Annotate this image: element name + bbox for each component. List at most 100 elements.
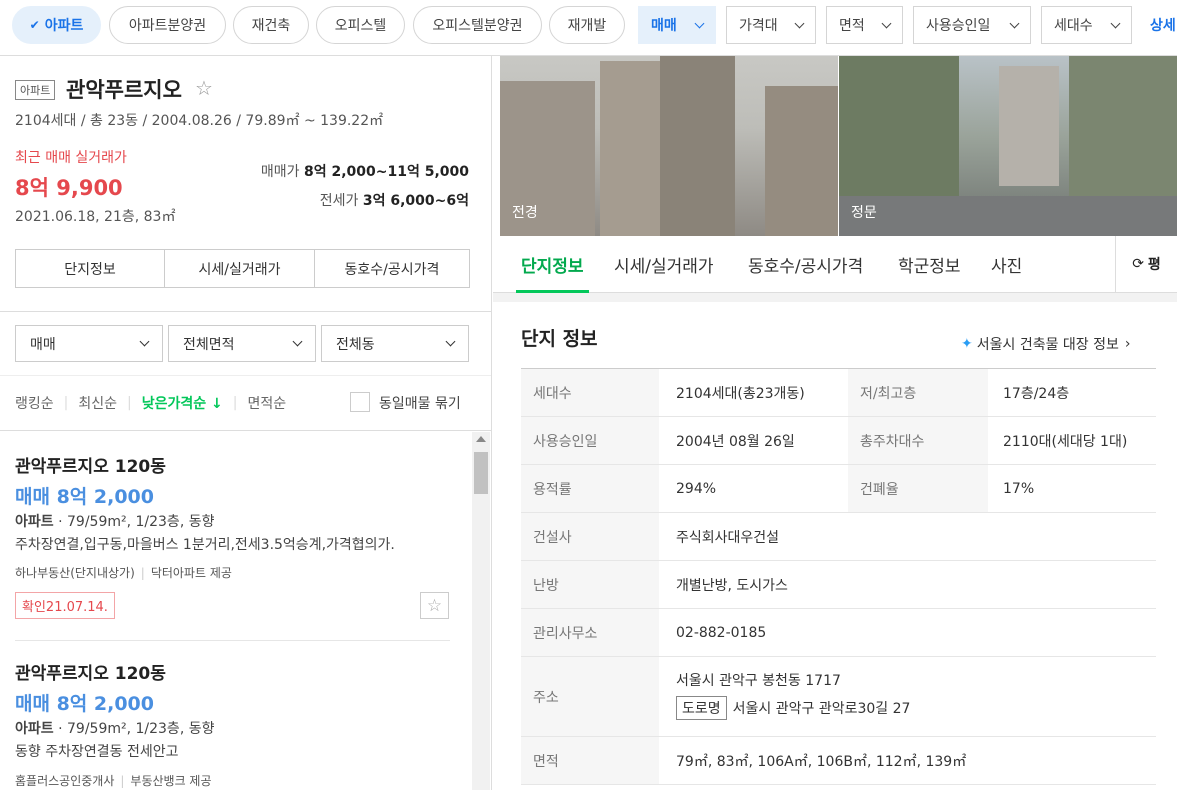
check-icon: ✔ (29, 18, 40, 32)
row-label: 건설사 (521, 513, 659, 560)
row-label: 난방 (521, 561, 659, 608)
row-value: 17% (1003, 480, 1035, 497)
chip-officetel-presale[interactable]: 오피스텔분양권 (413, 6, 542, 44)
sort-divider: | (63, 395, 69, 411)
sale-price-range: 매매가 8억 2,000~11억 5,000 (261, 161, 469, 181)
chevron-down-icon (292, 336, 303, 347)
sort-area[interactable]: 면적순 (247, 393, 286, 413)
chip-label: 오피스텔분양권 (432, 18, 523, 34)
row-label: 저/최고층 (848, 369, 988, 416)
tab-complex-info[interactable]: 단지정보 (521, 252, 584, 277)
listing-item[interactable]: 관악푸르지오 120동 매매 8억 2,000 아파트 · 79/59m², 1… (0, 432, 470, 640)
scrollbar[interactable] (472, 432, 490, 790)
favorite-star-icon[interactable]: ☆ (195, 76, 213, 100)
listing-spec-text: 79/59m², 1/23층, 동향 (67, 721, 215, 737)
info-row: 용적률 294% 건폐율 17% (521, 465, 1156, 513)
photo-label: 정문 (851, 205, 877, 221)
listing-title: 관악푸르지오 120동 (15, 664, 166, 684)
provider-name: 닥터아파트 제공 (150, 566, 232, 580)
detail-filter-button[interactable]: 상세 (1150, 15, 1176, 35)
chevron-down-icon (445, 336, 456, 347)
scroll-up-icon[interactable] (476, 436, 486, 442)
building-registry-link[interactable]: ✦ 서울시 건축물 대장 정보 › (961, 334, 1131, 354)
area-select[interactable]: 면적 (826, 6, 903, 44)
unit-price-button[interactable]: 동호수/공시가격 (314, 249, 470, 288)
select-label: 사용승인일 (926, 18, 991, 34)
chip-redevelop[interactable]: 재개발 (549, 6, 625, 44)
row-value: 주식회사대우건설 (676, 529, 780, 546)
listing-spec: 아파트 · 79/59m², 1/23층, 동향 (15, 514, 215, 530)
chevron-down-icon (794, 18, 805, 28)
road-tag: 도로명 (676, 696, 727, 720)
photo-main-gate[interactable]: 정문 (839, 56, 1177, 236)
listing-desc: 주차장연결,입구동,마을버스 1분거리,전세3.5억승계,가격협의가. (15, 537, 395, 553)
chip-label: 아파트 (44, 18, 84, 34)
row-label: 면적 (521, 737, 659, 784)
button-label: 단지정보 (64, 261, 116, 278)
chip-rebuild[interactable]: 재건축 (233, 6, 309, 44)
approval-date-select[interactable]: 사용승인일 (913, 6, 1031, 44)
row-label: 총주차대수 (848, 417, 988, 464)
tab-market-price[interactable]: 시세/실거래가 (614, 252, 714, 277)
trade-type-select[interactable]: 매매 (638, 6, 716, 44)
households-select[interactable]: 세대수 (1041, 6, 1132, 44)
sort-low-price[interactable]: 낮은가격순 ↓ (142, 393, 223, 413)
listing-agent: 하나부동산(단지내상가) | 닥터아파트 제공 (15, 566, 232, 580)
sort-bar: 랭킹순 | 최신순 | 낮은가격순 ↓ | 면적순 (15, 393, 286, 413)
divider (0, 430, 491, 431)
select-label: 매매 (651, 18, 677, 34)
photo-exterior[interactable]: 전경 (500, 56, 838, 236)
seoul-logo-icon: ✦ (961, 336, 973, 352)
agent-name: 하나부동산(단지내상가) (15, 566, 135, 580)
recent-price-label: 최근 매매 실거래가 (15, 150, 127, 166)
info-row: 면적 79㎡, 83㎡, 106A㎡, 106B㎡, 112㎡, 139㎡ (521, 737, 1156, 785)
divider (0, 375, 491, 376)
road-value: 서울시 관악구 관악로30길 27 (732, 701, 911, 717)
row-label: 주소 (521, 657, 659, 736)
row-label: 사용승인일 (521, 417, 659, 464)
arrow-down-icon: ↓ (211, 396, 223, 412)
info-row: 난방 개별난방, 도시가스 (521, 561, 1156, 609)
address-lot: 서울시 관악구 봉천동 1717 (676, 673, 841, 689)
sort-ranking[interactable]: 랭킹순 (15, 393, 54, 413)
sort-latest[interactable]: 최신순 (78, 393, 117, 413)
row-label: 세대수 (521, 369, 659, 416)
info-row: 건설사 주식회사대우건설 (521, 513, 1156, 561)
complex-info-button[interactable]: 단지정보 (15, 249, 165, 288)
listing-item[interactable]: 관악푸르지오 120동 매매 8억 2,000 아파트 · 79/59m², 1… (0, 641, 470, 790)
row-value: 17층/24층 (1003, 385, 1070, 402)
refresh-icon: ⟳ (1132, 256, 1144, 272)
list-area-select[interactable]: 전체면적 (168, 325, 316, 362)
unit-toggle-button[interactable]: ⟳ 평 (1115, 236, 1177, 292)
complex-type-tag: 아파트 (15, 80, 56, 100)
tab-unit-price[interactable]: 동호수/공시가격 (748, 252, 863, 277)
select-label: 전체동 (336, 336, 375, 353)
chevron-down-icon (139, 336, 150, 347)
chip-apartment[interactable]: ✔ 아파트 (12, 6, 101, 44)
group-listing-checkbox[interactable] (350, 392, 370, 412)
price-select[interactable]: 가격대 (726, 6, 816, 44)
listing-favorite-star-icon[interactable]: ☆ (420, 592, 449, 619)
button-label: 시세/실거래가 (198, 261, 281, 278)
chevron-down-icon (694, 18, 705, 28)
sale-label: 매매가 (260, 164, 300, 180)
chip-label: 아파트분양권 (128, 18, 207, 34)
filter-bar: ✔ 아파트 아파트분양권 재건축 오피스텔 오피스텔분양권 재개발 매매 가격대… (0, 0, 1177, 56)
chip-officetel[interactable]: 오피스텔 (316, 6, 405, 44)
recent-price-detail: 2021.06.18, 21층, 83㎡ (15, 209, 176, 225)
market-price-button[interactable]: 시세/실거래가 (164, 249, 315, 288)
building-shape (660, 56, 735, 236)
listing-type: 아파트 (15, 514, 54, 530)
tab-school[interactable]: 학군정보 (898, 252, 961, 277)
scrollbar-thumb[interactable] (474, 452, 488, 494)
list-trade-type-select[interactable]: 매매 (15, 325, 163, 362)
listing-agent: 홈플러스공인중개사 | 부동산뱅크 제공 (15, 774, 212, 788)
button-label: 동호수/공시가격 (344, 261, 440, 278)
list-dong-select[interactable]: 전체동 (321, 325, 469, 362)
sale-range: 8억 2,000~11억 5,000 (303, 164, 469, 180)
listing-desc: 동향 주차장연결동 전세안고 (15, 744, 179, 760)
jeonse-range: 3억 6,000~6억 (362, 193, 469, 209)
chip-presale[interactable]: 아파트분양권 (109, 6, 226, 44)
tab-photos[interactable]: 사진 (991, 252, 1022, 277)
sort-label: 낮은가격순 (141, 396, 207, 412)
